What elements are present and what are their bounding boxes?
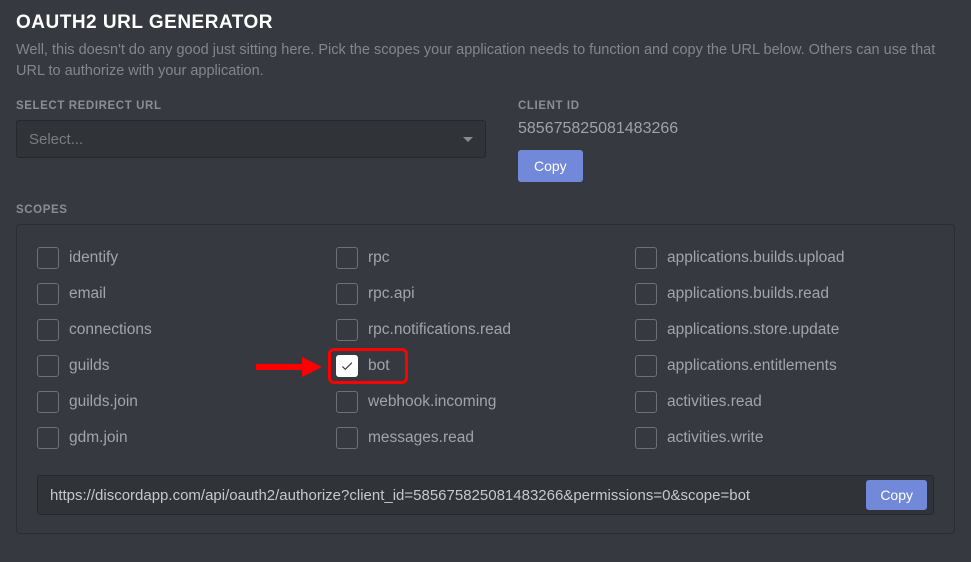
scope-label: email xyxy=(69,285,106,303)
scope-item-guilds-join[interactable]: guilds.join xyxy=(37,391,336,413)
scope-checkbox[interactable] xyxy=(37,355,59,377)
scope-label: rpc.notifications.read xyxy=(368,321,511,339)
scope-label: rpc.api xyxy=(368,285,415,303)
scope-item-applications-builds-upload[interactable]: applications.builds.upload xyxy=(635,247,934,269)
scopes-box: identify email connections guilds guilds.joi… xyxy=(16,224,955,534)
scope-checkbox[interactable] xyxy=(336,319,358,341)
scope-checkbox[interactable] xyxy=(635,283,657,305)
redirect-url-label: SELECT REDIRECT URL xyxy=(16,100,486,112)
scope-item-bot[interactable]: bot xyxy=(336,355,635,377)
scope-checkbox[interactable] xyxy=(635,391,657,413)
scope-column-2: rpc rpc.api rpc.notifications.read bot webho… xyxy=(336,247,635,449)
client-id-label: CLIENT ID xyxy=(518,100,955,112)
scope-item-rpc[interactable]: rpc xyxy=(336,247,635,269)
scope-item-applications-entitlements[interactable]: applications.entitlements xyxy=(635,355,934,377)
scopes-label: SCOPES xyxy=(16,204,955,216)
scope-checkbox[interactable] xyxy=(635,319,657,341)
scope-item-applications-store-update[interactable]: applications.store.update xyxy=(635,319,934,341)
scope-label: rpc xyxy=(368,249,390,267)
scope-label: activities.write xyxy=(667,429,763,447)
scope-item-gdm-join[interactable]: gdm.join xyxy=(37,427,336,449)
generated-url-text[interactable]: https://discordapp.com/api/oauth2/author… xyxy=(50,487,856,504)
scope-checkbox[interactable] xyxy=(336,247,358,269)
scope-checkbox[interactable] xyxy=(336,391,358,413)
scope-label: webhook.incoming xyxy=(368,393,496,411)
scope-label: applications.builds.read xyxy=(667,285,829,303)
check-icon xyxy=(340,359,354,373)
scope-label: guilds.join xyxy=(69,393,138,411)
scope-label: applications.builds.upload xyxy=(667,249,845,267)
scopes-columns: identify email connections guilds guilds.joi… xyxy=(37,247,934,449)
scope-label: connections xyxy=(69,321,152,339)
scope-checkbox[interactable] xyxy=(635,355,657,377)
generated-url-row: https://discordapp.com/api/oauth2/author… xyxy=(37,475,934,515)
copy-url-button[interactable]: Copy xyxy=(866,480,927,510)
scope-item-applications-builds-read[interactable]: applications.builds.read xyxy=(635,283,934,305)
scope-checkbox[interactable] xyxy=(37,427,59,449)
oauth2-url-generator-panel: OAUTH2 URL GENERATOR Well, this doesn't … xyxy=(0,0,971,550)
chevron-down-icon xyxy=(463,137,473,142)
copy-client-id-button[interactable]: Copy xyxy=(518,150,583,182)
scope-checkbox[interactable] xyxy=(635,427,657,449)
scope-column-3: applications.builds.upload applications.b… xyxy=(635,247,934,449)
scope-checkbox[interactable] xyxy=(336,427,358,449)
scope-label: guilds xyxy=(69,357,110,375)
scope-item-messages-read[interactable]: messages.read xyxy=(336,427,635,449)
top-row: SELECT REDIRECT URL Select... CLIENT ID … xyxy=(16,100,955,182)
redirect-url-select-wrap: Select... xyxy=(16,120,486,158)
scope-item-activities-read[interactable]: activities.read xyxy=(635,391,934,413)
client-id-value: 585675825081483266 xyxy=(518,120,955,138)
page-subtitle: Well, this doesn't do any good just sitt… xyxy=(16,40,955,82)
redirect-url-placeholder: Select... xyxy=(29,131,83,148)
scope-label: gdm.join xyxy=(69,429,128,447)
scope-checkbox[interactable] xyxy=(37,391,59,413)
scope-column-1: identify email connections guilds guilds.joi… xyxy=(37,247,336,449)
scope-label: messages.read xyxy=(368,429,474,447)
scope-label: identify xyxy=(69,249,118,267)
scope-checkbox[interactable] xyxy=(37,283,59,305)
redirect-column: SELECT REDIRECT URL Select... xyxy=(16,100,486,182)
scope-item-connections[interactable]: connections xyxy=(37,319,336,341)
scope-item-rpc-notifications-read[interactable]: rpc.notifications.read xyxy=(336,319,635,341)
scope-item-guilds[interactable]: guilds xyxy=(37,355,336,377)
scope-checkbox[interactable] xyxy=(635,247,657,269)
scopes-section: SCOPES identify email connections guilds gui… xyxy=(16,204,955,534)
scope-label: activities.read xyxy=(667,393,762,411)
scope-item-identify[interactable]: identify xyxy=(37,247,336,269)
scope-item-email[interactable]: email xyxy=(37,283,336,305)
scope-checkbox[interactable] xyxy=(336,283,358,305)
scope-label: applications.store.update xyxy=(667,321,839,339)
page-title: OAUTH2 URL GENERATOR xyxy=(16,12,955,34)
scope-label: bot xyxy=(368,357,390,375)
scope-checkbox[interactable] xyxy=(336,355,358,377)
scope-label: applications.entitlements xyxy=(667,357,837,375)
scope-checkbox[interactable] xyxy=(37,319,59,341)
scope-item-activities-write[interactable]: activities.write xyxy=(635,427,934,449)
redirect-url-select[interactable]: Select... xyxy=(16,120,486,158)
scope-checkbox[interactable] xyxy=(37,247,59,269)
client-id-column: CLIENT ID 585675825081483266 Copy xyxy=(518,100,955,182)
scope-item-webhook-incoming[interactable]: webhook.incoming xyxy=(336,391,635,413)
scope-item-rpc-api[interactable]: rpc.api xyxy=(336,283,635,305)
